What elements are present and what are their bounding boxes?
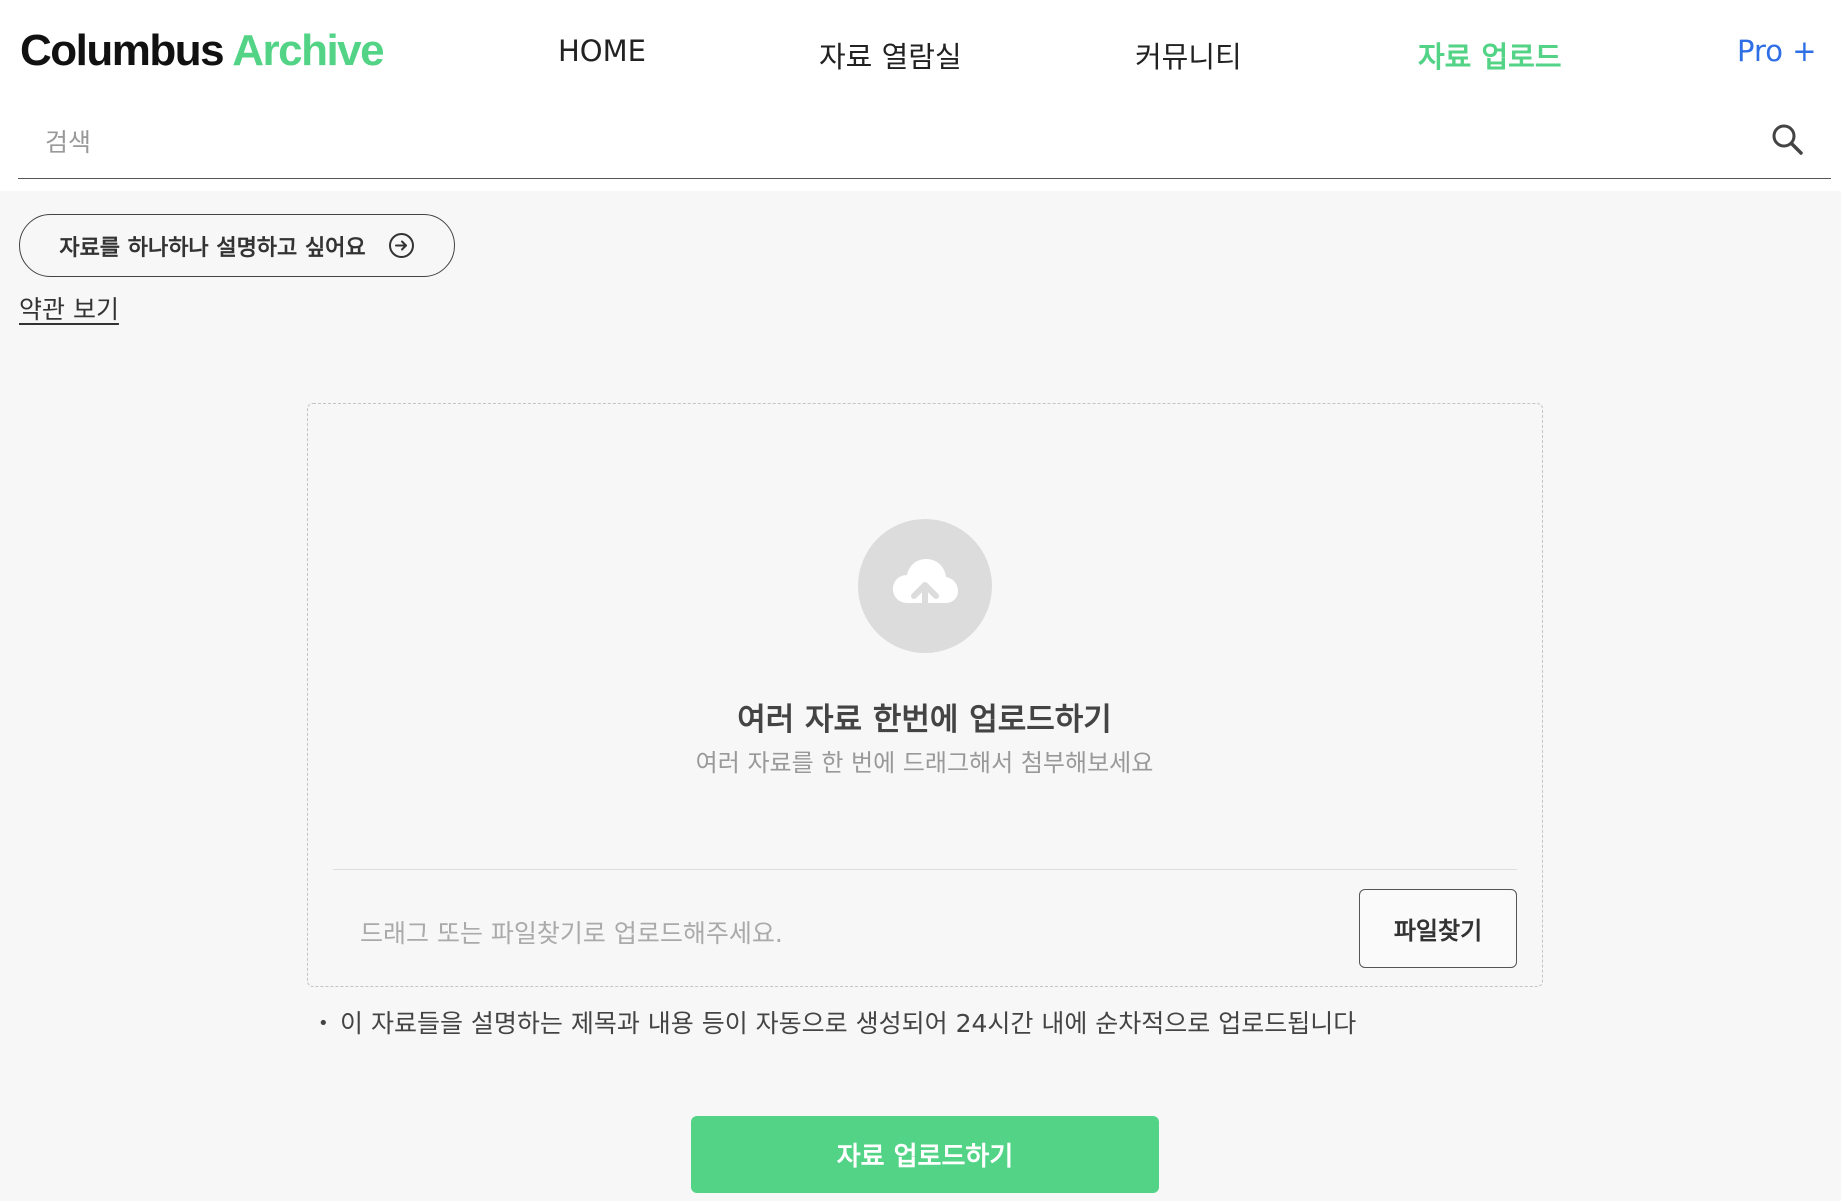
top-header: Columbus Archive HOME 자료 열람실 커뮤니티 자료 업로드… xyxy=(0,0,1841,191)
terms-link[interactable]: 약관 보기 xyxy=(19,290,119,326)
nav-community[interactable]: 커뮤니티 xyxy=(1135,34,1242,76)
dropzone-subtitle: 여러 자료를 한 번에 드래그해서 첨부해보세요 xyxy=(695,749,1154,777)
circle-arrow-right-icon xyxy=(388,232,415,259)
nav-pro[interactable]: Pro + xyxy=(1737,34,1817,68)
dropzone-divider xyxy=(333,869,1517,870)
logo-accent-text: Archive xyxy=(232,26,384,75)
nav-reading-room[interactable]: 자료 열람실 xyxy=(819,34,962,76)
upload-submit-button[interactable]: 자료 업로드하기 xyxy=(691,1116,1159,1193)
search-icon[interactable] xyxy=(1768,120,1808,160)
file-dropzone[interactable]: 여러 자료 한번에 업로드하기 여러 자료를 한 번에 드래그해서 첨부해보세요… xyxy=(307,403,1543,987)
note-text: 이 자료들을 설명하는 제목과 내용 등이 자동으로 생성되어 24시간 내에 … xyxy=(340,1009,1357,1038)
search-input[interactable] xyxy=(18,118,1738,166)
nav-upload[interactable]: 자료 업로드 xyxy=(1418,34,1562,76)
nav-home[interactable]: HOME xyxy=(558,34,646,68)
search-bar xyxy=(18,104,1831,179)
cloud-upload-icon xyxy=(858,519,992,653)
dropzone-title: 여러 자료 한번에 업로드하기 xyxy=(737,702,1112,738)
logo-main-text: Columbus xyxy=(20,26,225,75)
dropzone-hint: 드래그 또는 파일찾기로 업로드해주세요. xyxy=(360,919,783,948)
describe-each-button[interactable]: 자료를 하나하나 설명하고 싶어요 xyxy=(19,214,455,277)
site-logo[interactable]: Columbus Archive xyxy=(20,26,385,76)
describe-each-label: 자료를 하나하나 설명하고 싶어요 xyxy=(59,235,366,261)
auto-generate-note: • 이 자료들을 설명하는 제목과 내용 등이 자동으로 생성되어 24시간 내에… xyxy=(318,1004,1356,1040)
find-file-button[interactable]: 파일찾기 xyxy=(1359,889,1517,968)
note-bullet: • xyxy=(318,1013,329,1034)
